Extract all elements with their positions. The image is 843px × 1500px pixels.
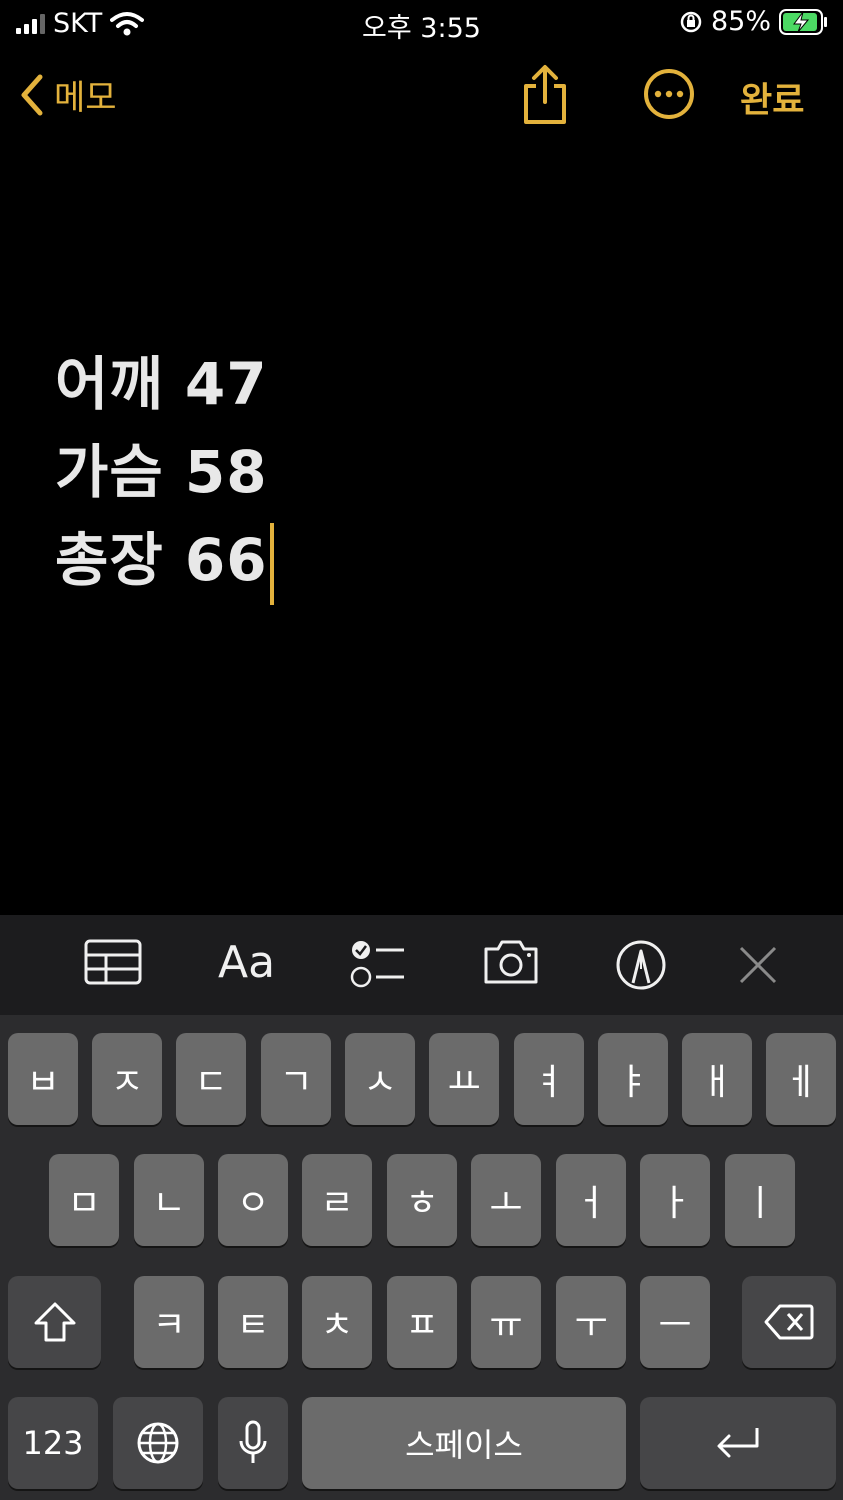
key[interactable]: ㅓ xyxy=(556,1154,626,1246)
key[interactable]: ㅎ xyxy=(387,1154,457,1246)
checklist-icon xyxy=(350,941,404,988)
orientation-lock-icon xyxy=(680,11,702,32)
key[interactable]: ㅇ xyxy=(218,1154,288,1246)
markup-icon xyxy=(616,940,666,990)
done-button[interactable]: 완료 xyxy=(740,72,804,123)
key[interactable]: ㅌ xyxy=(218,1276,288,1368)
key[interactable]: ㅡ xyxy=(640,1276,710,1368)
return-key[interactable] xyxy=(640,1397,836,1489)
markup-button[interactable] xyxy=(615,939,667,995)
key[interactable]: ㅣ xyxy=(725,1154,795,1246)
keyboard-toolbar: Aa xyxy=(0,915,843,1015)
battery-charging-icon xyxy=(779,8,827,35)
note-body[interactable]: 어깨 47 가슴 58 총장 66 xyxy=(55,340,274,605)
microphone-icon xyxy=(239,1420,267,1463)
more-button[interactable] xyxy=(643,68,695,124)
key[interactable]: ㅗ xyxy=(471,1154,541,1246)
key[interactable]: ㅏ xyxy=(640,1154,710,1246)
key[interactable]: ㅂ xyxy=(8,1033,78,1125)
key[interactable]: ㄹ xyxy=(302,1154,372,1246)
key[interactable]: ㅛ xyxy=(429,1033,499,1125)
key[interactable]: ㅊ xyxy=(302,1276,372,1368)
note-line: 가슴 58 xyxy=(55,438,268,506)
key[interactable]: ㅕ xyxy=(514,1033,584,1125)
status-bar: SKT 오후 3:55 85% xyxy=(0,0,843,48)
key[interactable]: ㅑ xyxy=(598,1033,668,1125)
key[interactable]: ㄱ xyxy=(261,1033,331,1125)
battery-percent: 85% xyxy=(710,6,771,37)
more-icon xyxy=(644,69,694,119)
key[interactable]: ㅔ xyxy=(766,1033,836,1125)
delete-key[interactable] xyxy=(742,1276,836,1368)
note-line: 총장 66 xyxy=(55,516,274,605)
key[interactable]: ㄴ xyxy=(134,1154,204,1246)
back-label: 메모 xyxy=(54,78,117,118)
key[interactable]: ㅁ xyxy=(49,1154,119,1246)
share-icon xyxy=(524,65,566,124)
table-button[interactable] xyxy=(84,939,142,989)
checklist-button[interactable] xyxy=(350,939,406,993)
key[interactable]: ㅈ xyxy=(92,1033,162,1125)
key[interactable]: ㅋ xyxy=(134,1276,204,1368)
shift-key[interactable] xyxy=(8,1276,101,1368)
table-icon xyxy=(84,939,142,985)
numbers-key[interactable]: 123 xyxy=(8,1397,98,1489)
close-button[interactable] xyxy=(738,945,778,989)
keyboard: ㅂ ㅈ ㄷ ㄱ ㅅ ㅛ ㅕ ㅑ ㅐ ㅔ ㅁ ㄴ ㅇ ㄹ ㅎ ㅗ ㅓ ㅏ ㅣ ㅋ … xyxy=(0,1015,843,1500)
key[interactable]: ㅍ xyxy=(387,1276,457,1368)
delete-icon xyxy=(764,1304,814,1340)
text-cursor xyxy=(269,522,274,605)
key[interactable]: ㅐ xyxy=(682,1033,752,1125)
globe-icon xyxy=(137,1422,179,1464)
navigation-bar: 메모 완료 xyxy=(0,58,843,134)
format-button[interactable]: Aa xyxy=(218,937,275,988)
close-icon xyxy=(739,946,777,984)
chevron-left-icon xyxy=(21,74,43,115)
key[interactable]: ㅠ xyxy=(471,1276,541,1368)
key[interactable]: ㅜ xyxy=(556,1276,626,1368)
key[interactable]: ㅅ xyxy=(345,1033,415,1125)
status-right: 85% xyxy=(679,6,829,37)
back-button[interactable]: 메모 xyxy=(18,70,117,119)
space-key[interactable]: 스페이스 xyxy=(302,1397,626,1489)
globe-key[interactable] xyxy=(113,1397,203,1489)
share-button[interactable] xyxy=(520,64,570,130)
note-line: 어깨 47 xyxy=(55,350,268,418)
shift-icon xyxy=(34,1302,75,1342)
camera-button[interactable] xyxy=(482,939,540,989)
key[interactable]: ㄷ xyxy=(176,1033,246,1125)
camera-icon xyxy=(484,940,538,984)
return-icon xyxy=(717,1428,759,1458)
dictation-key[interactable] xyxy=(218,1397,288,1489)
